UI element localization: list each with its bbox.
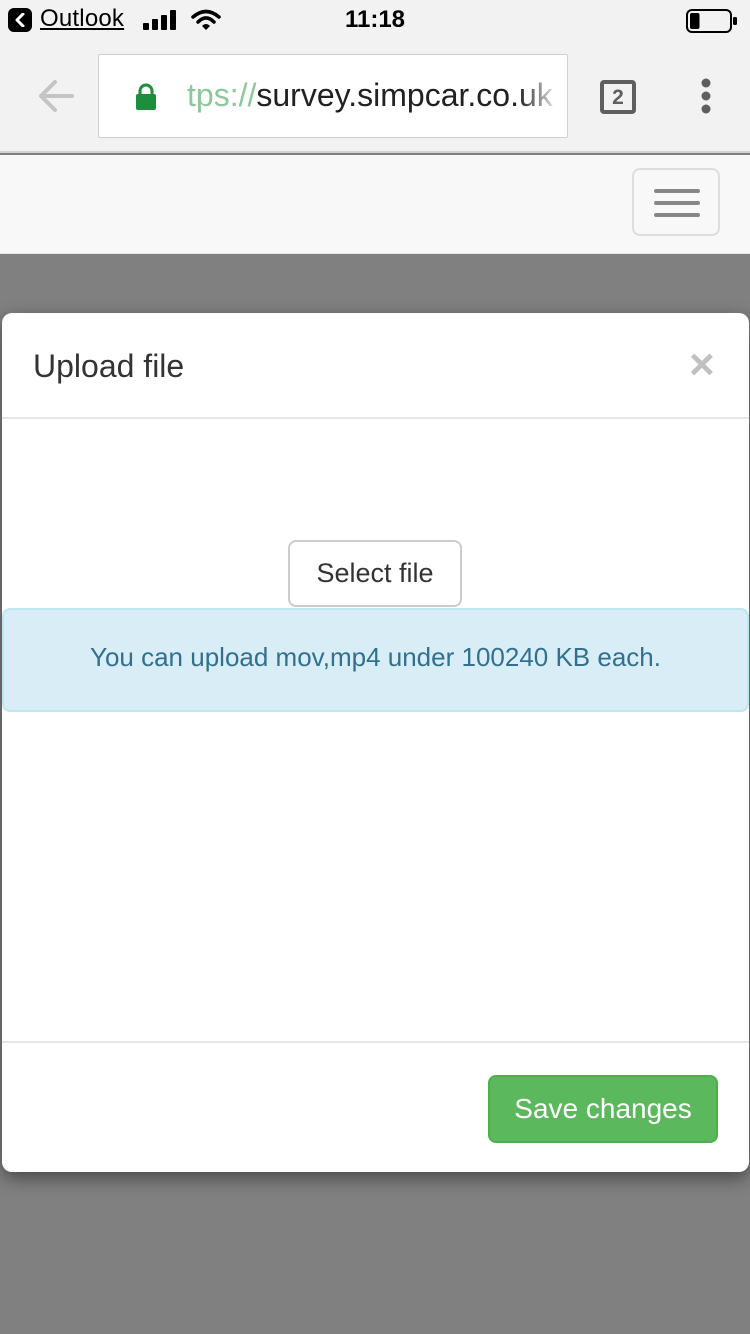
hamburger-menu-button[interactable]: [632, 168, 720, 236]
browser-toolbar: tps://survey.simpcar.co.uk 2: [0, 40, 750, 153]
status-bar: Outlook 11:18: [0, 0, 750, 40]
more-options-icon[interactable]: [700, 78, 712, 114]
hamburger-line: [654, 189, 700, 193]
upload-modal: Upload file × Select file You can upload…: [2, 313, 749, 1172]
tab-switcher-button[interactable]: 2: [600, 80, 636, 114]
address-bar[interactable]: tps://survey.simpcar.co.uk: [98, 54, 568, 138]
hamburger-line: [654, 201, 700, 205]
modal-title: Upload file: [33, 348, 185, 384]
url-scheme: tps://: [187, 77, 257, 113]
clock: 11:18: [344, 6, 406, 33]
info-alert: You can upload mov,mp4 under 100240 KB e…: [2, 608, 749, 712]
modal-header: Upload file ×: [2, 313, 749, 419]
save-changes-button[interactable]: Save changes: [488, 1075, 718, 1143]
url-host: survey.simpcar.co.uk: [256, 77, 553, 113]
url-text: tps://survey.simpcar.co.uk: [187, 77, 553, 114]
url-fade: [519, 55, 567, 137]
modal-footer: Save changes: [2, 1041, 749, 1172]
lock-icon: [136, 83, 156, 110]
hamburger-line: [654, 213, 700, 217]
site-navbar: [0, 155, 750, 254]
back-arrow-icon[interactable]: [38, 78, 74, 114]
select-file-button[interactable]: Select file: [288, 540, 462, 607]
upload-limit-message: You can upload mov,mp4 under 100240 KB e…: [90, 642, 661, 672]
close-icon[interactable]: ×: [689, 343, 715, 387]
battery-icon: [686, 9, 737, 33]
